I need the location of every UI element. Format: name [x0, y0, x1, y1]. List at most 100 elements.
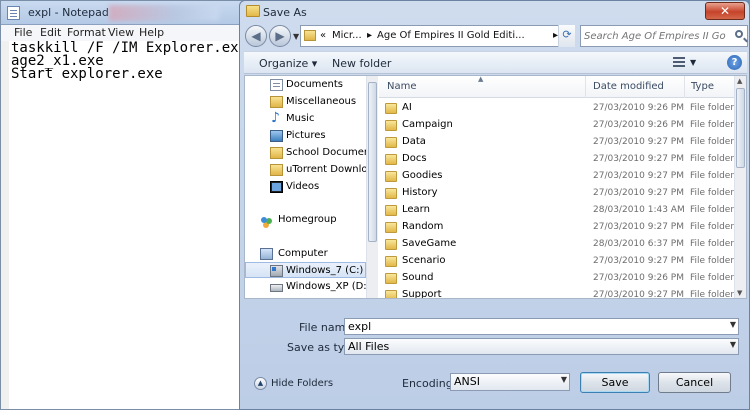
folder-icon [304, 30, 316, 41]
file-list-scrollbar[interactable]: ▲ ▼ [734, 76, 746, 298]
menu-edit[interactable]: Edit [40, 26, 61, 39]
tree-item-drive-c[interactable]: Windows_7 (C:) [245, 262, 366, 278]
save-as-type-value: All Files [348, 340, 390, 353]
save-button[interactable]: Save [580, 372, 650, 393]
new-folder-button[interactable]: New folder [332, 57, 391, 70]
close-button[interactable]: ✕ [705, 2, 745, 20]
view-options-icon[interactable] [673, 57, 685, 67]
refresh-button[interactable]: ⟳ [558, 25, 575, 47]
tree-item-school-documents[interactable]: School Documer [245, 145, 366, 161]
file-row[interactable]: History 27/03/2010 9:27 PM File folder [379, 185, 734, 202]
file-type: File folder [690, 256, 734, 266]
dialog-title-bar[interactable]: Save As ✕ [240, 1, 749, 23]
tree-item-label: Windows_7 (C:) [286, 265, 364, 276]
search-icon[interactable] [735, 30, 743, 38]
tree-item-miscellaneous[interactable]: Miscellaneous [245, 94, 366, 110]
tree-item-homegroup[interactable]: Homegroup [245, 212, 366, 228]
menu-format[interactable]: Format [67, 26, 106, 39]
column-name[interactable]: Name [387, 81, 417, 92]
tree-scrollbar[interactable] [366, 76, 378, 298]
chevron-down-icon[interactable]: ▼ [561, 375, 567, 384]
breadcrumb-2[interactable]: Age Of Empires II Gold Editi... [377, 30, 525, 41]
back-button[interactable]: ◀ [245, 25, 267, 47]
column-separator[interactable] [585, 76, 586, 98]
save-as-type-select[interactable]: All Files ▼ [344, 338, 739, 355]
file-row[interactable]: Sound 27/03/2010 9:26 PM File folder [379, 270, 734, 287]
folder-icon [385, 103, 397, 114]
navigation-tree: Documents Miscellaneous Music Pictures S… [245, 76, 366, 298]
notepad-title: expl - Notepad [28, 6, 109, 19]
forward-button[interactable]: ▶ [269, 25, 291, 47]
folder-icon [385, 273, 397, 284]
column-date-modified[interactable]: Date modified [593, 81, 664, 92]
address-bar[interactable]: « Micr... ▸ Age Of Empires II Gold Editi… [300, 25, 590, 47]
file-type: File folder [690, 154, 734, 164]
tree-item-computer[interactable]: Computer [245, 246, 366, 262]
file-row[interactable]: Docs 27/03/2010 9:27 PM File folder [379, 151, 734, 168]
cancel-button[interactable]: Cancel [658, 372, 731, 393]
menu-file[interactable]: File [14, 26, 32, 39]
address-overflow[interactable]: « [320, 30, 326, 41]
file-row[interactable]: Learn 28/03/2010 1:43 AM File folder [379, 202, 734, 219]
menu-view[interactable]: View [108, 26, 134, 39]
tree-scroll-thumb[interactable] [368, 82, 377, 242]
folder-icon [270, 147, 283, 159]
file-type: File folder [690, 188, 734, 198]
file-row[interactable]: Scenario 27/03/2010 9:27 PM File folder [379, 253, 734, 270]
file-type: File folder [690, 171, 734, 181]
organize-button[interactable]: Organize ▾ [259, 57, 317, 70]
folder-icon [385, 239, 397, 250]
file-date: 27/03/2010 9:27 PM [593, 154, 684, 164]
folder-icon [385, 222, 397, 233]
tree-item-pictures[interactable]: Pictures [245, 128, 366, 144]
chevron-down-icon[interactable]: ▼ [730, 320, 736, 329]
encoding-select[interactable]: ANSI ▼ [450, 373, 570, 391]
file-name: AI [402, 102, 412, 113]
folder-icon [270, 164, 283, 176]
breadcrumb-1[interactable]: Micr... [332, 30, 362, 41]
search-box[interactable] [580, 25, 748, 47]
file-list-scroll-thumb[interactable] [736, 88, 745, 168]
menu-help[interactable]: Help [139, 26, 164, 39]
scroll-down-icon[interactable]: ▼ [737, 289, 742, 297]
document-icon [270, 79, 283, 91]
file-row[interactable]: Campaign 27/03/2010 9:26 PM File folder [379, 117, 734, 134]
notepad-title-bar[interactable]: expl - Notepad [1, 1, 243, 25]
file-name: Campaign [402, 119, 453, 130]
view-dropdown-icon[interactable]: ▼ [690, 58, 696, 67]
file-row[interactable]: Support 27/03/2010 9:27 PM File folder [379, 287, 734, 298]
file-row[interactable]: Data 27/03/2010 9:27 PM File folder [379, 134, 734, 151]
file-row[interactable]: Random 27/03/2010 9:27 PM File folder [379, 219, 734, 236]
tree-item-label: Music [286, 113, 315, 124]
breadcrumb-separator-icon[interactable]: ▸ [367, 30, 372, 41]
tree-item-videos[interactable]: Videos [245, 179, 366, 195]
folder-icon [246, 5, 260, 17]
tree-item-music[interactable]: Music [245, 110, 366, 127]
music-icon [270, 110, 283, 126]
tree-item-documents[interactable]: Documents [245, 77, 366, 93]
chevron-down-icon[interactable]: ▼ [730, 340, 736, 349]
tree-item-label: Documents [286, 79, 344, 90]
folder-icon [385, 290, 397, 298]
search-input[interactable] [584, 29, 726, 43]
column-separator[interactable] [684, 76, 685, 98]
folder-icon [385, 137, 397, 148]
tree-item-label: Homegroup [278, 214, 337, 225]
file-type: File folder [690, 290, 734, 298]
recent-pages-chevron-icon[interactable]: ▼ [293, 32, 299, 41]
file-row[interactable]: Goodies 27/03/2010 9:27 PM File folder [379, 168, 734, 185]
column-type[interactable]: Type [691, 81, 714, 92]
column-header: Name ▲ Date modified Type [379, 76, 734, 98]
tree-item-drive-d[interactable]: Windows_XP (D:) [245, 279, 366, 295]
file-type: File folder [690, 222, 734, 232]
notepad-text-area[interactable]: taskkill /F /IM Explorer.exe age2_x1.exe… [9, 41, 243, 409]
file-row[interactable]: AI 27/03/2010 9:26 PM File folder [379, 100, 734, 117]
scroll-up-icon[interactable]: ▲ [737, 77, 742, 85]
file-name: Docs [402, 153, 427, 164]
help-icon[interactable]: ? [727, 55, 742, 70]
file-row[interactable]: SaveGame 28/03/2010 6:37 PM File folder [379, 236, 734, 253]
file-name: Sound [402, 272, 434, 283]
tree-item-utorrent[interactable]: uTorrent Downlo [245, 162, 366, 178]
file-name: Random [402, 221, 444, 232]
file-name-field[interactable]: expl ▼ [344, 318, 739, 335]
